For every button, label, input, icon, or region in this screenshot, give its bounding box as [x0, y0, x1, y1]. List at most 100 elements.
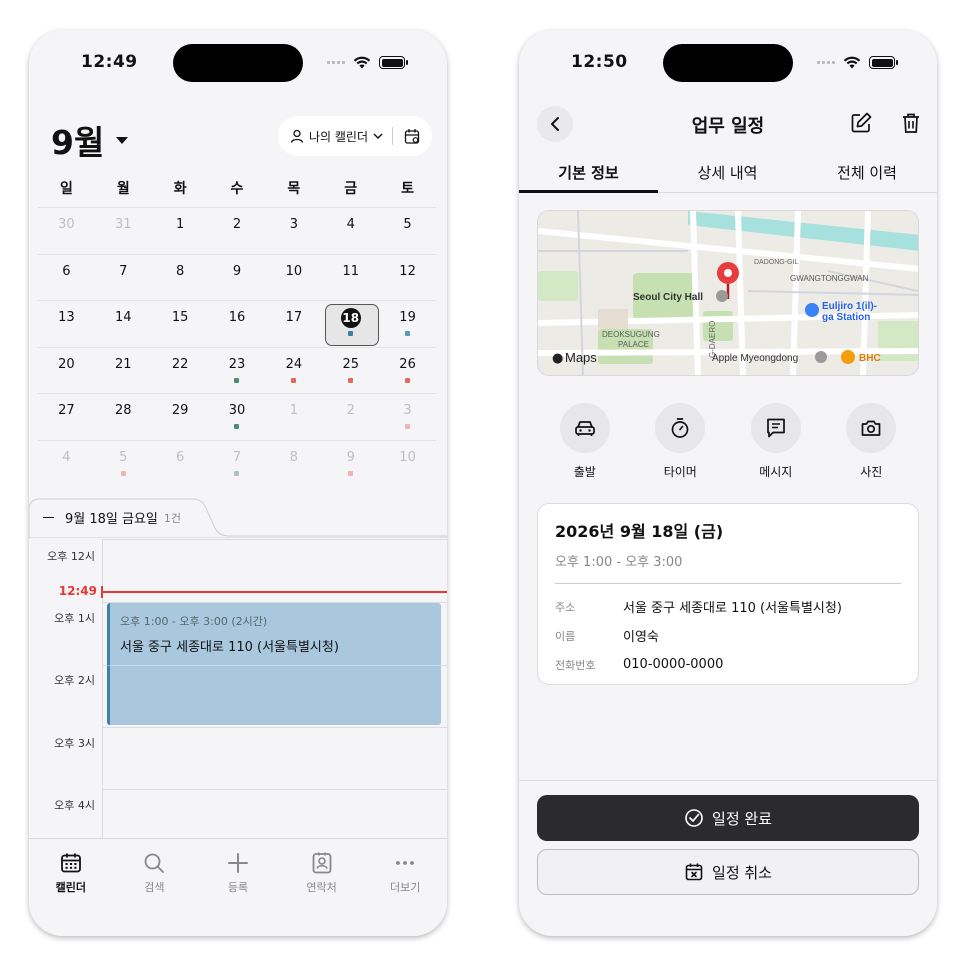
- day-cell[interactable]: 9: [322, 441, 379, 487]
- action-circle: [559, 403, 610, 453]
- event-dot: [348, 331, 354, 336]
- day-cell[interactable]: 20: [38, 348, 95, 394]
- day-cell[interactable]: 24: [265, 348, 322, 394]
- weekday-label: 월: [116, 181, 130, 197]
- day-cell[interactable]: 25: [322, 348, 379, 394]
- day-cell[interactable]: 22: [152, 348, 209, 394]
- detail-tabs: 기본 정보 상세 내역 전체 이력: [519, 158, 937, 193]
- day-cell[interactable]: 6: [38, 255, 95, 301]
- day-cell[interactable]: 2: [209, 208, 266, 254]
- day-cell[interactable]: 7: [95, 255, 152, 301]
- day-number: 5: [119, 449, 128, 465]
- tab-register[interactable]: 등록: [196, 851, 280, 936]
- week-row: 30 31 1 2 3 4 5: [38, 207, 436, 254]
- day-cell[interactable]: 6: [152, 441, 209, 487]
- day-cell[interactable]: 31: [95, 208, 152, 254]
- day-cell[interactable]: 5: [95, 441, 152, 487]
- complete-schedule-button[interactable]: 일정 완료: [537, 795, 919, 841]
- edit-icon[interactable]: [849, 111, 873, 135]
- day-cell[interactable]: 11: [322, 255, 379, 301]
- day-cell[interactable]: 13: [38, 301, 95, 347]
- day-cell[interactable]: 30: [209, 394, 266, 440]
- day-panel-tab[interactable]: 9월 18일 금요일 1건: [29, 498, 447, 538]
- info-key: 전화번호: [555, 658, 596, 672]
- trash-icon[interactable]: [901, 112, 921, 134]
- day-number: 19: [399, 310, 416, 325]
- tab-more[interactable]: 더보기: [363, 851, 447, 936]
- map-label-bhc: BHC: [859, 353, 881, 364]
- day-timeline[interactable]: 오후 12시 오후 1시 오후 2시 오후 3시 오후 4시 12:49 오후 …: [29, 539, 447, 839]
- action-photo[interactable]: 사진: [824, 403, 920, 480]
- day-cell[interactable]: 15: [152, 301, 209, 347]
- day-cell[interactable]: 3: [379, 394, 436, 440]
- day-cell[interactable]: 29: [152, 394, 209, 440]
- day-cell-selected[interactable]: 18: [322, 301, 379, 347]
- day-cell[interactable]: 1: [152, 208, 209, 254]
- day-cell[interactable]: 4: [322, 208, 379, 254]
- action-circle: [846, 403, 897, 453]
- month-picker[interactable]: 9월: [51, 116, 129, 164]
- day-cell[interactable]: 19: [379, 301, 436, 347]
- action-depart[interactable]: 출발: [537, 403, 633, 480]
- current-time-marker: [101, 586, 103, 598]
- info-row-name: 이름 이영숙: [555, 621, 901, 650]
- message-icon: [766, 418, 785, 438]
- day-number: 3: [289, 217, 298, 232]
- event-dot: [405, 331, 411, 336]
- day-cell[interactable]: 1: [265, 394, 322, 440]
- location-map[interactable]: Seoul City Hall DEOKSUGUNG PALACE DADONG…: [537, 210, 919, 376]
- day-number: 1: [175, 217, 185, 232]
- weekday-label: 토: [401, 181, 415, 197]
- day-cell[interactable]: 27: [38, 394, 95, 440]
- day-cell[interactable]: 30: [38, 208, 95, 254]
- action-message[interactable]: 메시지: [728, 403, 824, 480]
- day-cell[interactable]: 12: [379, 255, 436, 301]
- day-cell[interactable]: 9: [209, 255, 266, 301]
- day-cell[interactable]: 14: [95, 301, 152, 347]
- day-cell[interactable]: 2: [322, 394, 379, 440]
- day-number: 29: [171, 403, 189, 418]
- event-title: 서울 중구 세종대로 110 (서울특별시청): [120, 640, 339, 655]
- calendar-switch[interactable]: 나의 캘린더: [278, 116, 432, 156]
- day-number: 30: [228, 403, 246, 418]
- event-dot: [234, 470, 240, 476]
- day-cell[interactable]: 17: [265, 301, 322, 347]
- tab-calendar[interactable]: 캘린더: [29, 851, 113, 936]
- tab-contacts[interactable]: 연락처: [280, 851, 364, 936]
- day-cell[interactable]: 7: [209, 441, 266, 487]
- tab-search[interactable]: 검색: [113, 851, 197, 936]
- action-timer[interactable]: 타이머: [633, 403, 729, 480]
- info-key: 이름: [555, 629, 576, 643]
- day-cell[interactable]: 5: [379, 208, 436, 254]
- tab-history[interactable]: 전체 이력: [797, 158, 937, 192]
- hour-line: [103, 789, 447, 790]
- event-block[interactable]: 오후 1:00 - 오후 3:00 (2시간) 서울 중구 세종대로 110 (…: [107, 603, 441, 725]
- action-label: 메시지: [759, 465, 793, 479]
- day-cell[interactable]: 26: [379, 348, 436, 394]
- day-number: 23: [228, 356, 246, 372]
- day-panel-date: 9월 18일 금요일: [65, 512, 158, 527]
- tab-details[interactable]: 상세 내역: [658, 158, 797, 192]
- day-cell[interactable]: 4: [38, 441, 95, 487]
- info-row-address: 주소 서울 중구 세종대로 110 (서울특별시청): [555, 592, 901, 621]
- week-row: 20 21 22 23 24 25 26: [38, 346, 436, 394]
- hour-label: 오후 12시: [47, 550, 95, 563]
- day-number: 8: [175, 263, 185, 279]
- day-cell[interactable]: 3: [265, 208, 322, 254]
- day-cell[interactable]: 21: [95, 348, 152, 394]
- chevron-down-icon: [373, 133, 383, 139]
- day-cell[interactable]: 23: [209, 348, 266, 394]
- tab-basic-info[interactable]: 기본 정보: [519, 158, 658, 193]
- day-cell[interactable]: 8: [265, 441, 322, 487]
- chevron-down-icon: [116, 136, 129, 144]
- divider: [555, 583, 901, 584]
- action-circle: [750, 403, 801, 453]
- day-cell[interactable]: 16: [209, 301, 266, 347]
- cancel-schedule-button[interactable]: 일정 취소: [537, 849, 919, 895]
- day-cell[interactable]: 28: [95, 394, 152, 440]
- page-title: 업무 일정: [691, 116, 765, 137]
- day-cell[interactable]: 8: [152, 255, 209, 301]
- calendar-settings-icon[interactable]: [404, 128, 421, 145]
- day-cell[interactable]: 10: [379, 441, 436, 487]
- day-cell[interactable]: 10: [265, 255, 322, 301]
